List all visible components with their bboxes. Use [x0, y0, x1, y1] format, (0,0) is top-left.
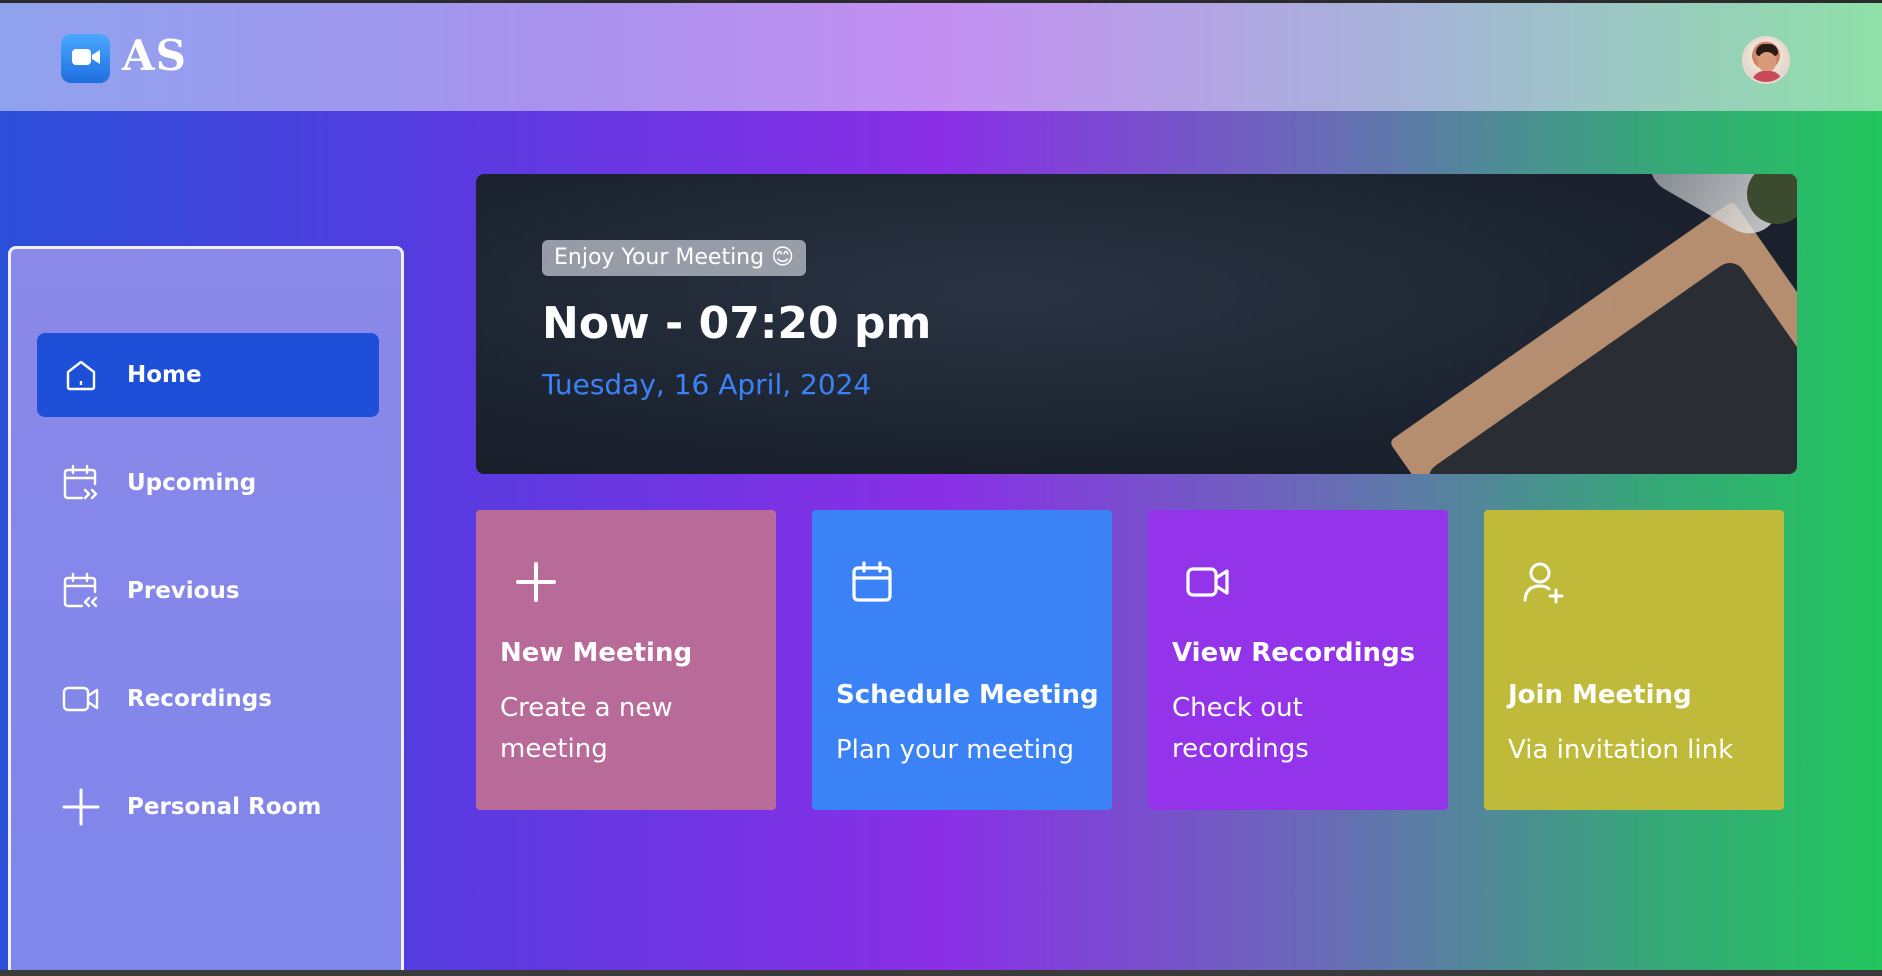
- card-title: Schedule Meeting: [836, 680, 1099, 710]
- card-description: Check out recordings: [1172, 693, 1309, 764]
- calendar-upcoming-icon: [61, 463, 101, 503]
- plus-icon: [512, 558, 560, 606]
- video-icon: [1184, 558, 1232, 606]
- join-meeting-card[interactable]: Join Meeting Via invitation link: [1484, 510, 1784, 810]
- card-description: Create a new meeting: [500, 693, 673, 764]
- view-recordings-card[interactable]: View Recordings Check out recordings: [1148, 510, 1448, 810]
- upcoming-meeting-badge: Enjoy Your Meeting 😊: [542, 240, 807, 276]
- calendar-previous-icon: [61, 571, 101, 611]
- sidebar-item-label: Recordings: [127, 686, 272, 712]
- sidebar-item-personal-room[interactable]: Personal Room: [37, 765, 379, 849]
- app-window: AS Home Upcoming Previous Recordings Per…: [0, 0, 1882, 970]
- sidebar-item-label: Home: [127, 362, 202, 388]
- sidebar-item-label: Upcoming: [127, 470, 257, 496]
- card-title: View Recordings: [1172, 638, 1416, 668]
- logo[interactable]: [61, 34, 110, 83]
- sidebar-item-label: Personal Room: [127, 794, 322, 820]
- top-navbar: AS: [0, 3, 1882, 111]
- home-icon: [61, 355, 101, 395]
- user-plus-icon: [1520, 558, 1568, 606]
- card-description: Via invitation link: [1508, 735, 1734, 765]
- card-description: Plan your meeting: [836, 735, 1075, 765]
- logo-text[interactable]: AS: [122, 31, 187, 80]
- hero-banner: Enjoy Your Meeting 😊 Now - 07:20 pm Tues…: [476, 174, 1797, 474]
- current-date: Tuesday, 16 April, 2024: [542, 368, 872, 401]
- window-bottom-edge: [0, 970, 1882, 976]
- schedule-meeting-card[interactable]: Schedule Meeting Plan your meeting: [812, 510, 1112, 810]
- user-avatar[interactable]: [1742, 36, 1790, 84]
- sidebar-item-recordings[interactable]: Recordings: [37, 657, 379, 741]
- current-time: Now - 07:20 pm: [542, 298, 932, 349]
- plus-icon: [61, 787, 101, 827]
- new-meeting-card[interactable]: New Meeting Create a new meeting: [476, 510, 776, 810]
- calendar-icon: [848, 558, 896, 606]
- card-title: New Meeting: [500, 638, 693, 668]
- sidebar-item-home[interactable]: Home: [37, 333, 379, 417]
- sidebar-item-upcoming[interactable]: Upcoming: [37, 441, 379, 525]
- video-icon: [61, 679, 101, 719]
- sidebar-item-previous[interactable]: Previous: [37, 549, 379, 633]
- sidebar-item-label: Previous: [127, 578, 240, 604]
- card-title: Join Meeting: [1508, 680, 1692, 710]
- sidebar: Home Upcoming Previous Recordings Person…: [8, 246, 404, 970]
- video-camera-icon: [71, 46, 101, 72]
